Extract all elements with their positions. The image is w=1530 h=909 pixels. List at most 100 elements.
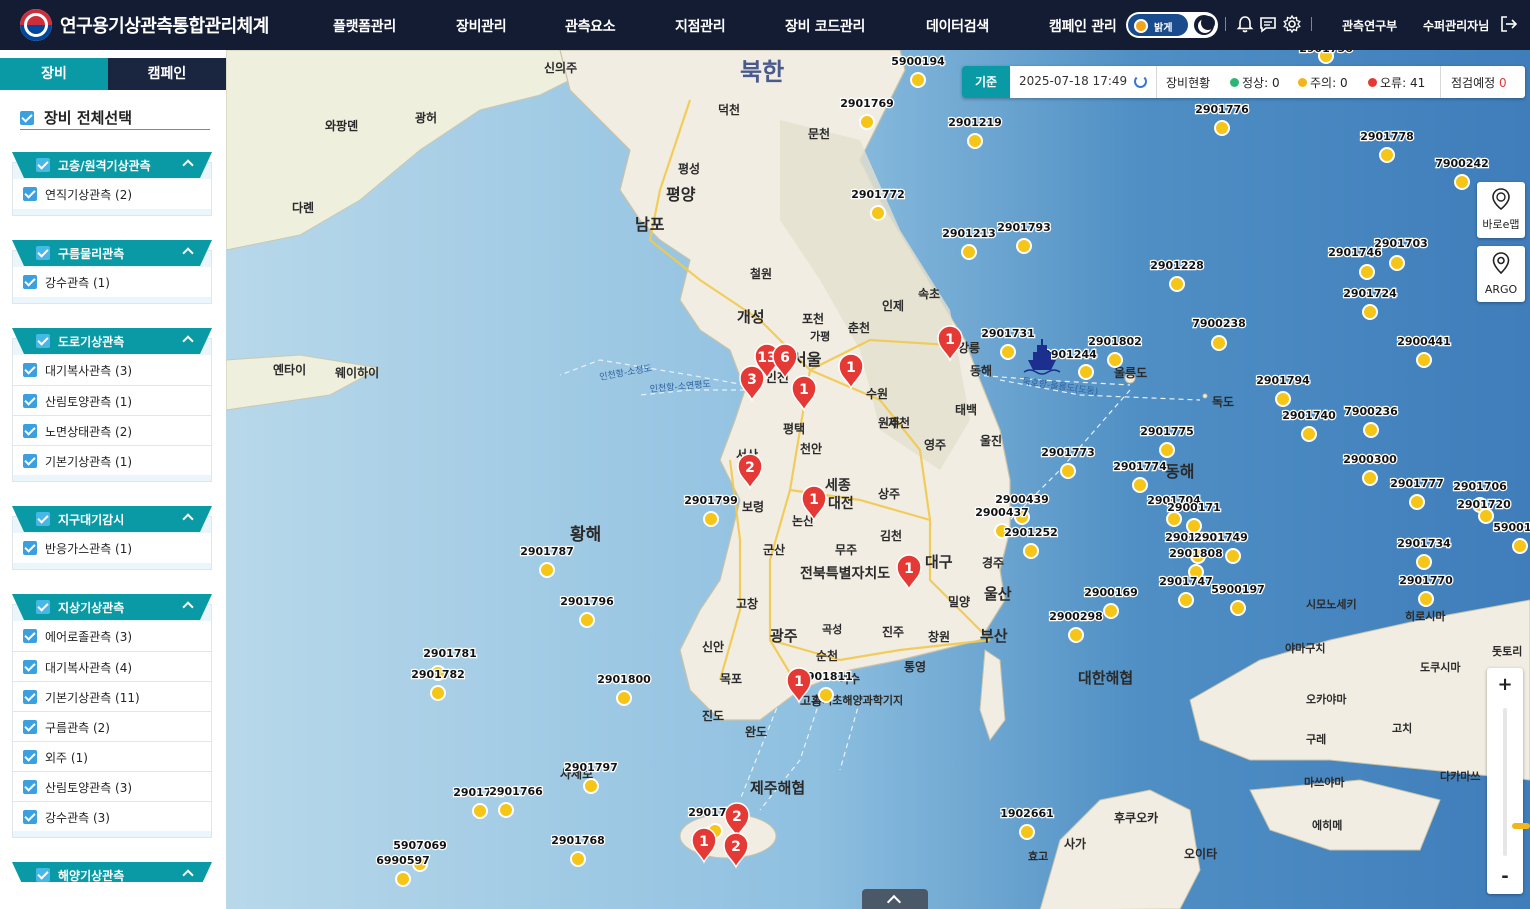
equipment-item[interactable]: 대기복사관측 (4) <box>13 651 211 681</box>
chevron-up-icon[interactable] <box>182 335 194 347</box>
status-caution[interactable]: 주의: 0 <box>1298 74 1348 91</box>
buoy-dot-icon[interactable] <box>616 690 632 706</box>
equipment-item[interactable]: 노면상태관측 (2) <box>13 415 211 445</box>
buoy-dot-icon[interactable] <box>1178 592 1194 608</box>
theme-toggle[interactable]: 밝게 <box>1126 12 1218 38</box>
buoy-dot-icon[interactable] <box>1060 463 1076 479</box>
barroe-map-button[interactable]: 바로e맵 <box>1477 182 1525 238</box>
status-normal[interactable]: 정상: 0 <box>1230 74 1280 91</box>
checkbox-checked-icon[interactable] <box>23 810 37 824</box>
buoy-dot-icon[interactable] <box>1000 344 1016 360</box>
checkbox-checked-icon[interactable] <box>23 363 37 377</box>
group-header[interactable]: 구름물리관측 <box>12 240 212 266</box>
buoy-dot-icon[interactable] <box>1225 548 1241 564</box>
buoy-dot-icon[interactable] <box>1068 627 1084 643</box>
checkbox-checked-icon[interactable] <box>23 424 37 438</box>
buoy-dot-icon[interactable] <box>1379 147 1395 163</box>
buoy-dot-icon[interactable] <box>1023 543 1039 559</box>
chevron-up-icon[interactable] <box>182 601 194 613</box>
buoy-dot-icon[interactable] <box>1389 255 1405 271</box>
tab-campaign[interactable]: 캠페인 <box>108 58 226 90</box>
checkbox-checked-icon[interactable] <box>23 750 37 764</box>
buoy-dot-icon[interactable] <box>1416 554 1432 570</box>
refresh-icon[interactable] <box>1134 75 1147 88</box>
checkbox-checked-icon[interactable] <box>23 780 37 794</box>
checkbox-checked-icon[interactable] <box>23 187 37 201</box>
checkbox-checked-icon[interactable] <box>23 275 37 289</box>
checkbox-checked-icon[interactable] <box>20 111 34 125</box>
tab-equipment[interactable]: 장비 <box>0 58 108 90</box>
argo-button[interactable]: ARGO <box>1477 246 1525 302</box>
buoy-dot-icon[interactable] <box>570 851 586 867</box>
buoy-dot-icon[interactable] <box>1132 477 1148 493</box>
buoy-dot-icon[interactable] <box>395 871 411 887</box>
checkbox-checked-icon[interactable] <box>36 512 50 526</box>
buoy-dot-icon[interactable] <box>430 685 446 701</box>
buoy-dot-icon[interactable] <box>1211 335 1227 351</box>
equipment-item[interactable]: 기본기상관측 (1) <box>13 445 211 475</box>
buoy-dot-icon[interactable] <box>1409 494 1425 510</box>
buoy-dot-icon[interactable] <box>961 244 977 260</box>
nav-platform[interactable]: 플랫폼관리 <box>333 16 396 36</box>
buoy-dot-icon[interactable] <box>1359 264 1375 280</box>
nav-equipment[interactable]: 장비관리 <box>456 16 507 36</box>
equipment-item[interactable]: 구름관측 (2) <box>13 711 211 741</box>
group-header[interactable]: 도로기상관측 <box>12 328 212 354</box>
equipment-item[interactable]: 산림토양관측 (3) <box>13 771 211 801</box>
chevron-up-icon[interactable] <box>182 159 194 171</box>
group-header[interactable]: 지구대기감시 <box>12 506 212 532</box>
checkbox-checked-icon[interactable] <box>23 541 37 555</box>
nav-campaign[interactable]: 캠페인 관리 <box>1049 16 1117 36</box>
buoy-dot-icon[interactable] <box>967 133 983 149</box>
buoy-dot-icon[interactable] <box>1416 352 1432 368</box>
checkbox-checked-icon[interactable] <box>23 629 37 643</box>
bottom-panel-toggle-chevron-up-icon[interactable] <box>862 889 928 909</box>
chevron-up-icon[interactable] <box>182 247 194 259</box>
buoy-dot-icon[interactable] <box>1107 352 1123 368</box>
buoy-dot-icon[interactable] <box>1363 422 1379 438</box>
buoy-dot-icon[interactable] <box>1512 538 1528 554</box>
buoy-dot-icon[interactable] <box>539 562 555 578</box>
zoom-out-button[interactable]: - <box>1487 862 1523 892</box>
buoy-dot-icon[interactable] <box>910 72 926 88</box>
nav-equipment-code[interactable]: 장비 코드관리 <box>785 16 865 36</box>
maintenance-scheduled[interactable]: 점검예정 0 <box>1451 74 1507 91</box>
user-name[interactable]: 수퍼관리자님 <box>1423 17 1489 34</box>
buoy-dot-icon[interactable] <box>703 511 719 527</box>
nav-observation-element[interactable]: 관측요소 <box>565 16 616 36</box>
buoy-dot-icon[interactable] <box>1362 470 1378 486</box>
equipment-item[interactable]: 강수관측 (1) <box>13 267 211 297</box>
chevron-up-icon[interactable] <box>182 513 194 525</box>
buoy-dot-icon[interactable] <box>859 114 875 130</box>
zoom-in-button[interactable]: + <box>1487 670 1523 700</box>
buoy-dot-icon[interactable] <box>1362 304 1378 320</box>
buoy-dot-icon[interactable] <box>1078 364 1094 380</box>
buoy-dot-icon[interactable] <box>1454 174 1470 190</box>
buoy-dot-icon[interactable] <box>579 612 595 628</box>
checkbox-checked-icon[interactable] <box>36 868 50 882</box>
korea-peninsula-map[interactable]: 북한신의주덕천문천평성평양남포철원개성 포천춘천가평인제속초강릉동해서울인천수원원… <box>226 50 1530 909</box>
equipment-item[interactable]: 산림토양관측 (1) <box>13 385 211 415</box>
buoy-dot-icon[interactable] <box>472 803 488 819</box>
buoy-dot-icon[interactable] <box>1301 426 1317 442</box>
buoy-dot-icon[interactable] <box>498 802 514 818</box>
bell-icon[interactable] <box>1235 14 1255 34</box>
buoy-dot-icon[interactable] <box>1214 120 1230 136</box>
checkbox-checked-icon[interactable] <box>23 394 37 408</box>
buoy-dot-icon[interactable] <box>1016 238 1032 254</box>
chevron-up-icon[interactable] <box>182 869 194 881</box>
equipment-item[interactable]: 반응가스관측 (1) <box>13 533 211 563</box>
buoy-dot-icon[interactable] <box>1169 276 1185 292</box>
app-title[interactable]: 연구용기상관측통합관리체계 <box>60 12 269 38</box>
equipment-item[interactable]: 대기복사관측 (3) <box>13 355 211 385</box>
zoom-slider-track[interactable] <box>1503 708 1530 856</box>
checkbox-checked-icon[interactable] <box>36 158 50 172</box>
checkbox-checked-icon[interactable] <box>36 246 50 260</box>
buoy-dot-icon[interactable] <box>1103 603 1119 619</box>
select-all-equipment[interactable]: 장비 전체선택 <box>20 106 210 130</box>
logout-icon[interactable] <box>1499 14 1519 34</box>
map-view[interactable]: 북한 신의주 덕천 문천 평성 평양 남포 철원 개성 포천 춘천 가평 인제 속초 강릉 동해 서울 인천 수원 원… <box>226 50 1530 909</box>
equipment-item[interactable]: 외주 (1) <box>13 741 211 771</box>
buoy-dot-icon[interactable] <box>1166 511 1182 527</box>
checkbox-checked-icon[interactable] <box>23 660 37 674</box>
